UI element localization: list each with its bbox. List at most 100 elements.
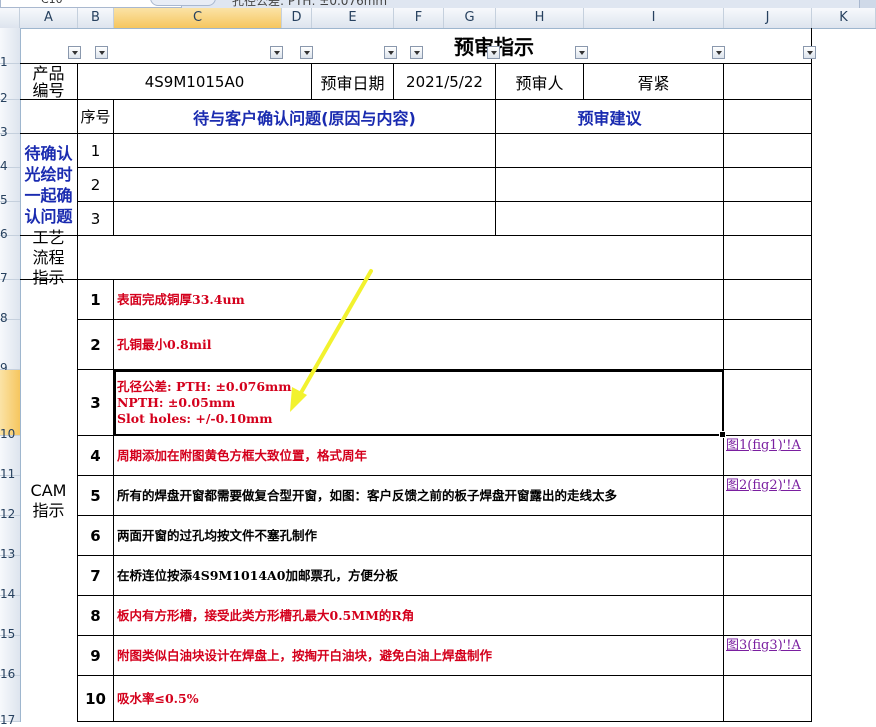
pending-suggest-cell[interactable]: [496, 202, 724, 236]
dropdown-arrow-icon[interactable]: [410, 46, 423, 59]
row-header-10[interactable]: 10: [0, 370, 20, 441]
dropdown-arrow-icon[interactable]: [384, 46, 397, 59]
instruction-link[interactable]: [724, 320, 812, 370]
row-header-16[interactable]: 16: [0, 636, 20, 681]
instruction-number[interactable]: 1: [78, 280, 114, 320]
row-header-13[interactable]: 13: [0, 516, 20, 561]
formula-expand-button[interactable]: [859, 0, 876, 8]
instruction-text[interactable]: 周期添加在附图黄色方框大致位置，格式周年: [114, 436, 724, 476]
review-date-label[interactable]: 预审日期: [312, 64, 394, 100]
column-header-d[interactable]: D: [282, 8, 312, 28]
instruction-link[interactable]: [724, 596, 812, 636]
instruction-text[interactable]: 吸水率≤0.5%: [114, 676, 724, 722]
row-header-4[interactable]: 4: [0, 134, 20, 173]
fx-icon[interactable]: fx: [150, 0, 216, 6]
seq-header[interactable]: 序号: [78, 100, 114, 134]
dropdown-arrow-icon[interactable]: [575, 46, 588, 59]
process-label[interactable]: 工艺流程指示: [20, 228, 78, 287]
dropdown-arrow-icon[interactable]: [68, 46, 81, 59]
product-value[interactable]: 4S9M1015A0: [78, 64, 312, 100]
instruction-link[interactable]: 图2(fig2)'!A: [724, 476, 812, 516]
dropdown-arrow-icon[interactable]: [487, 46, 500, 59]
pending-j-cell[interactable]: [724, 202, 812, 236]
review-date-value[interactable]: 2021/5/22: [394, 64, 496, 100]
column-header-j[interactable]: J: [724, 8, 812, 28]
pending-issue-cell[interactable]: [114, 168, 496, 202]
column-header-a[interactable]: A: [20, 8, 78, 28]
cell-j7[interactable]: [724, 236, 812, 280]
cam-label[interactable]: CAM指示: [20, 280, 78, 722]
row-header-14[interactable]: 14: [0, 556, 20, 601]
column-header-b[interactable]: B: [78, 8, 114, 28]
column-header-k[interactable]: K: [812, 8, 876, 28]
instruction-number[interactable]: 3: [78, 370, 114, 436]
pending-issue-cell[interactable]: [114, 134, 496, 168]
dropdown-arrow-icon[interactable]: [300, 46, 313, 59]
instruction-text[interactable]: 孔径公差: PTH: ±0.076mm NPTH: ±0.05mm Slot h…: [114, 370, 724, 436]
row-header-7[interactable]: 7: [0, 236, 20, 285]
suggest-header[interactable]: 预审建议: [496, 100, 724, 134]
instruction-text[interactable]: 两面开窗的过孔均按文件不塞孔制作: [114, 516, 724, 556]
cell-j2[interactable]: [724, 64, 812, 100]
row-header-3[interactable]: 3: [0, 100, 20, 139]
row1-j[interactable]: [724, 28, 812, 64]
pending-j-cell[interactable]: [724, 134, 812, 168]
row-header-17[interactable]: 17: [0, 676, 20, 727]
row-header-5[interactable]: 5: [0, 168, 20, 207]
pending-number[interactable]: 3: [78, 202, 114, 236]
instruction-link[interactable]: [724, 280, 812, 320]
worksheet-grid[interactable]: 预审指示产品编号4S9M1015A0预审日期2021/5/22预审人胥紧序号待与…: [20, 28, 876, 722]
row-header-1[interactable]: 1: [0, 28, 20, 69]
instruction-link[interactable]: [724, 370, 812, 436]
row-header-15[interactable]: 15: [0, 596, 20, 641]
pending-number[interactable]: 1: [78, 134, 114, 168]
dropdown-arrow-icon[interactable]: [95, 46, 108, 59]
product-label[interactable]: 产品编号: [20, 64, 78, 100]
select-all-corner[interactable]: [0, 8, 20, 28]
row-header-6[interactable]: 6: [0, 202, 20, 241]
pending-label[interactable]: 待确认光绘时一起确认问题: [20, 134, 78, 236]
process-content[interactable]: [78, 236, 724, 280]
instruction-link[interactable]: [724, 676, 812, 722]
dropdown-arrow-icon[interactable]: [270, 46, 283, 59]
instruction-link[interactable]: [724, 556, 812, 596]
instruction-number[interactable]: 6: [78, 516, 114, 556]
pending-suggest-cell[interactable]: [496, 168, 724, 202]
instruction-text[interactable]: 板内有方形槽，接受此类方形槽孔最大0.5MM的R角: [114, 596, 724, 636]
instruction-text[interactable]: 附图类似白油块设计在焊盘上，按掏开白油块，避免白油上焊盘制作: [114, 636, 724, 676]
row-header-9[interactable]: 9: [0, 320, 20, 375]
pending-issue-cell[interactable]: [114, 202, 496, 236]
row-header-12[interactable]: 12: [0, 476, 20, 521]
instruction-text[interactable]: 所有的焊盘开窗都需要做复合型开窗，如图：客户反馈之前的板子焊盘开窗露出的走线太多: [114, 476, 724, 516]
instruction-text[interactable]: 在桥连位按添4S9M1014A0加邮票孔，方便分板: [114, 556, 724, 596]
instruction-number[interactable]: 9: [78, 636, 114, 676]
instruction-link[interactable]: [724, 516, 812, 556]
pending-number[interactable]: 2: [78, 168, 114, 202]
column-header-e[interactable]: E: [312, 8, 394, 28]
row-header-2[interactable]: 2: [0, 64, 20, 105]
instruction-number[interactable]: 5: [78, 476, 114, 516]
column-header-f[interactable]: F: [394, 8, 444, 28]
column-header-h[interactable]: H: [496, 8, 584, 28]
instruction-number[interactable]: 8: [78, 596, 114, 636]
column-header-g[interactable]: G: [444, 8, 496, 28]
pending-j-cell[interactable]: [724, 168, 812, 202]
instruction-number[interactable]: 7: [78, 556, 114, 596]
column-header-i[interactable]: I: [584, 8, 724, 28]
issue-header[interactable]: 待与客户确认问题(原因与内容): [114, 100, 496, 134]
instruction-link[interactable]: 图1(fig1)'!A: [724, 436, 812, 476]
column-header-c[interactable]: C: [114, 8, 282, 28]
row-header-8[interactable]: 8: [0, 280, 20, 325]
cell-a3[interactable]: [20, 100, 78, 134]
pending-suggest-cell[interactable]: [496, 134, 724, 168]
instruction-number[interactable]: 2: [78, 320, 114, 370]
instruction-link[interactable]: 图3(fig3)'!A: [724, 636, 812, 676]
dropdown-arrow-icon[interactable]: [803, 46, 816, 59]
reviewer-value[interactable]: 胥紧: [584, 64, 724, 100]
reviewer-label[interactable]: 预审人: [496, 64, 584, 100]
row-header-11[interactable]: 11: [0, 436, 20, 481]
dropdown-arrow-icon[interactable]: [712, 46, 725, 59]
instruction-text[interactable]: 孔铜最小0.8mil: [114, 320, 724, 370]
instruction-number[interactable]: 10: [78, 676, 114, 722]
instruction-text[interactable]: 表面完成铜厚33.4um: [114, 280, 724, 320]
